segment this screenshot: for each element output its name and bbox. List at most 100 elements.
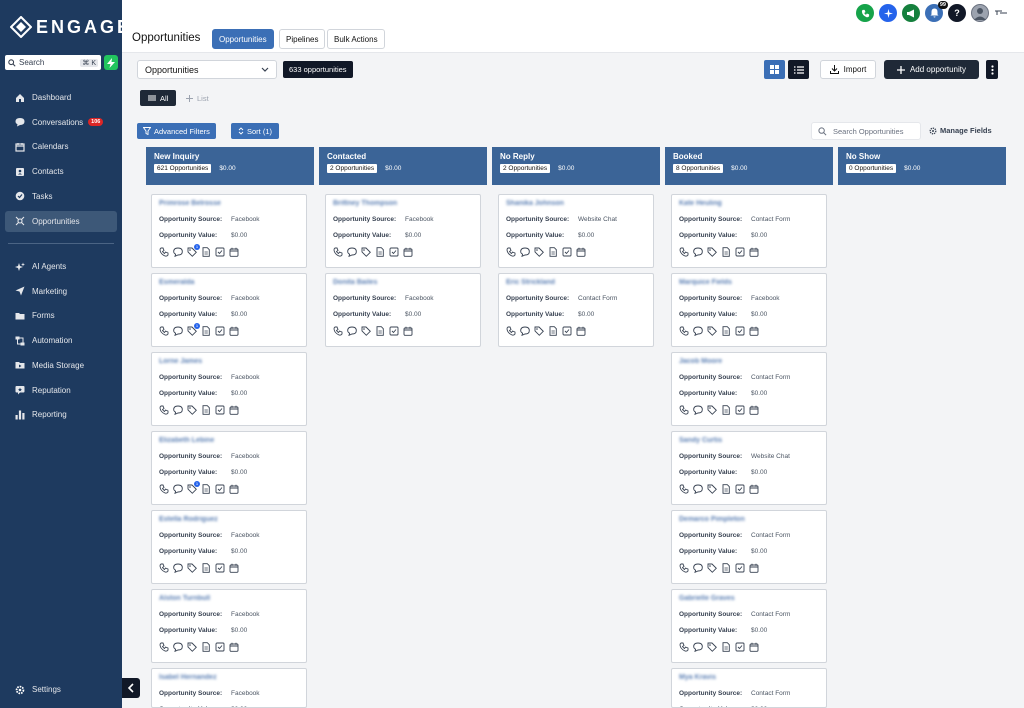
add-opportunity-button[interactable]: Add opportunity (884, 60, 979, 79)
tab-opportunities[interactable]: Opportunities (212, 29, 274, 49)
opportunity-card[interactable]: Mya Kravis Opportunity Source: Contact For… (671, 668, 827, 708)
sidebar-item-marketing[interactable]: Marketing (5, 281, 117, 302)
list-view-button[interactable] (788, 60, 809, 79)
card-task-button[interactable] (735, 326, 745, 336)
card-appointment-button[interactable] (749, 326, 759, 336)
card-message-button[interactable] (520, 326, 530, 336)
contact-name[interactable]: Lorne James (159, 358, 299, 371)
card-tag-button[interactable] (187, 642, 197, 652)
card-tag-button[interactable]: 1 (187, 243, 200, 257)
contact-name[interactable]: Alston Turnbull (159, 595, 299, 608)
contact-name[interactable]: Donita Bailes (333, 279, 473, 292)
contact-name[interactable]: Elizabeth Lebine (159, 437, 299, 450)
card-message-button[interactable] (173, 642, 183, 652)
card-phone-button[interactable] (159, 563, 169, 573)
card-appointment-button[interactable] (229, 484, 239, 494)
card-note-button[interactable] (721, 246, 731, 257)
contact-name[interactable]: Sandy Curtis (679, 437, 819, 450)
card-appointment-button[interactable] (229, 405, 239, 415)
card-task-button[interactable] (735, 405, 745, 415)
announcements-button[interactable] (902, 4, 920, 22)
card-note-button[interactable] (721, 641, 731, 652)
import-button[interactable]: Import (820, 60, 876, 79)
card-message-button[interactable] (173, 405, 183, 415)
opportunity-card[interactable]: Demarco Pimpleton Opportunity Source: Cont… (671, 510, 827, 584)
card-phone-button[interactable] (159, 484, 169, 494)
sidebar-item-settings[interactable]: Settings (5, 679, 117, 700)
card-message-button[interactable] (347, 326, 357, 336)
opportunity-card[interactable]: Alston Turnbull Opportunity Source: Facebo… (151, 589, 307, 663)
opportunity-card[interactable]: Esmeralda Opportunity Source: Facebook Oppo… (151, 273, 307, 347)
card-note-button[interactable] (375, 246, 385, 257)
sidebar-search[interactable]: Search ⌘ K (5, 55, 101, 70)
card-phone-button[interactable] (506, 326, 516, 336)
card-appointment-button[interactable] (749, 405, 759, 415)
card-tag-button[interactable] (534, 247, 544, 257)
card-tag-button[interactable] (187, 405, 197, 415)
card-note-button[interactable] (721, 325, 731, 336)
card-note-button[interactable] (721, 404, 731, 415)
card-tag-button[interactable] (361, 247, 371, 257)
contact-name[interactable]: Eric Strickland (506, 279, 646, 292)
card-note-button[interactable] (201, 325, 211, 336)
card-task-button[interactable] (215, 484, 225, 494)
sidebar-item-opportunities[interactable]: Opportunities (5, 210, 117, 232)
card-task-button[interactable] (389, 326, 399, 336)
card-task-button[interactable] (215, 642, 225, 652)
card-phone-button[interactable] (679, 642, 689, 652)
card-phone-button[interactable] (333, 247, 343, 257)
sidebar-item-calendars[interactable]: Calendars (5, 136, 117, 157)
card-tag-button[interactable]: 1 (187, 322, 200, 336)
card-note-button[interactable] (201, 404, 211, 415)
card-tag-button[interactable] (707, 405, 717, 415)
card-appointment-button[interactable] (229, 326, 239, 336)
card-phone-button[interactable] (333, 326, 343, 336)
logo[interactable]: ENGAGE (10, 16, 132, 38)
collapse-sidebar-button[interactable] (122, 678, 140, 698)
contact-name[interactable]: Mya Kravis (679, 674, 819, 687)
card-note-button[interactable] (375, 325, 385, 336)
card-message-button[interactable] (173, 563, 183, 573)
card-task-button[interactable] (389, 247, 399, 257)
card-tag-button[interactable] (707, 326, 717, 336)
card-note-button[interactable] (721, 483, 731, 494)
card-appointment-button[interactable] (403, 247, 413, 257)
card-task-button[interactable] (215, 405, 225, 415)
add-list-button[interactable]: List (186, 90, 209, 106)
contact-name[interactable]: Gabrielle Graves (679, 595, 819, 608)
contact-name[interactable]: Demarco Pimpleton (679, 516, 819, 529)
opportunity-card[interactable]: Shanika Johnson Opportunity Source: Websit… (498, 194, 654, 268)
card-tag-button[interactable] (707, 563, 717, 573)
sidebar-item-media-storage[interactable]: Media Storage (5, 355, 117, 376)
card-message-button[interactable] (693, 247, 703, 257)
contact-name[interactable]: Jacob Moore (679, 358, 819, 371)
card-task-button[interactable] (562, 326, 572, 336)
opportunity-card[interactable]: Eric Strickland Opportunity Source: Contac… (498, 273, 654, 347)
card-phone-button[interactable] (679, 484, 689, 494)
opportunity-card[interactable]: Gabrielle Graves Opportunity Source: Conta… (671, 589, 827, 663)
card-tag-button[interactable] (707, 642, 717, 652)
opportunity-card[interactable]: Elizabeth Lebine Opportunity Source: Faceb… (151, 431, 307, 505)
card-phone-button[interactable] (679, 563, 689, 573)
card-note-button[interactable] (201, 641, 211, 652)
card-task-button[interactable] (215, 247, 225, 257)
opportunity-card[interactable]: Brittney Thompson Opportunity Source: Face… (325, 194, 481, 268)
card-appointment-button[interactable] (749, 247, 759, 257)
card-task-button[interactable] (735, 247, 745, 257)
card-appointment-button[interactable] (403, 326, 413, 336)
card-appointment-button[interactable] (749, 642, 759, 652)
card-tag-button[interactable] (534, 326, 544, 336)
card-phone-button[interactable] (159, 405, 169, 415)
card-message-button[interactable] (347, 247, 357, 257)
card-tag-button[interactable]: 1 (187, 480, 200, 494)
search-opportunities-input[interactable]: Search Opportunities (811, 122, 921, 140)
opportunity-card[interactable]: Sandy Curtis Opportunity Source: Website C… (671, 431, 827, 505)
card-task-button[interactable] (735, 642, 745, 652)
card-phone-button[interactable] (679, 326, 689, 336)
sidebar-item-ai-agents[interactable]: AI Agents (5, 256, 117, 277)
card-note-button[interactable] (721, 562, 731, 573)
card-tag-button[interactable] (187, 563, 197, 573)
card-note-button[interactable] (201, 562, 211, 573)
opportunity-card[interactable]: Isabel Hernandez Opportunity Source: Faceb… (151, 668, 307, 708)
contact-name[interactable]: Esmeralda (159, 279, 299, 292)
